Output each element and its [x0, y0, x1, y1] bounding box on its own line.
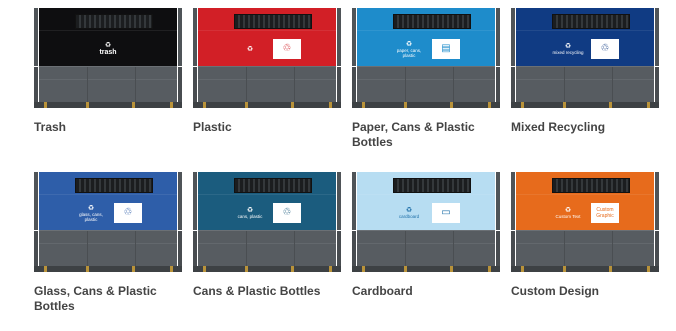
bin-image[interactable]: ♻ Custom Text Custom Graphic — [511, 172, 659, 272]
bin-base — [34, 66, 182, 103]
bin-base — [193, 230, 341, 267]
trash-icon: ♻ trash — [99, 41, 117, 56]
bin-image[interactable]: ♻ glass, cans, plastic ♲ — [34, 172, 182, 272]
product-card-trash[interactable]: ♻ trash Trash — [34, 8, 182, 150]
bin-slot — [75, 14, 153, 29]
bin-slot — [234, 14, 312, 29]
bin-base — [352, 66, 500, 103]
bin-graphic-panel: ▤ — [432, 39, 460, 59]
bin-image[interactable]: ♻ mixed recycling ♲ — [511, 8, 659, 108]
product-grid: ♻ trash Trash ♻ ♲ Plastic ♻ paper, cans,… — [34, 8, 659, 314]
bin-label-text: cardboard — [398, 214, 420, 219]
bin-lid: ♻ trash — [34, 8, 182, 66]
product-card-cardboard[interactable]: ♻ cardboard ▭ Cardboard — [352, 172, 500, 314]
bin-graphic-panel: ♲ — [273, 39, 301, 59]
bin-label-text: Custom Text — [555, 214, 581, 219]
product-title[interactable]: Mixed Recycling — [511, 120, 659, 135]
bin-image[interactable]: ♻ paper, cans, plastic ▤ — [352, 8, 500, 108]
product-title[interactable]: Cardboard — [352, 284, 500, 299]
product-card-plastic[interactable]: ♻ ♲ Plastic — [193, 8, 341, 150]
mixed-recycling-icon: ♻ mixed recycling — [552, 43, 584, 55]
bin-slot — [393, 178, 471, 193]
bin-lid: ♻ glass, cans, plastic ♲ — [34, 172, 182, 230]
bin-graphic-panel: Custom Graphic — [591, 203, 619, 223]
product-card-paper-cans-plastic[interactable]: ♻ paper, cans, plastic ▤ Paper, Cans & P… — [352, 8, 500, 150]
bin-lid: ♻ paper, cans, plastic ▤ — [352, 8, 500, 66]
bin-label-text: paper, cans, plastic — [396, 47, 422, 58]
product-title[interactable]: Custom Design — [511, 284, 659, 299]
bin-slot — [552, 14, 630, 29]
bin-image[interactable]: ♻ cans, plastic ♲ — [193, 172, 341, 272]
product-card-mixed-recycling[interactable]: ♻ mixed recycling ♲ Mixed Recycling — [511, 8, 659, 150]
custom-design-icon: ♻ Custom Text — [555, 207, 581, 219]
bin-slot — [234, 178, 312, 193]
product-title[interactable]: Trash — [34, 120, 182, 135]
bin-lid: ♻ Custom Text Custom Graphic — [511, 172, 659, 230]
plastic-bottle-icon: ♻ — [246, 45, 254, 53]
bin-slot — [552, 178, 630, 193]
product-title[interactable]: Plastic — [193, 120, 341, 135]
product-card-cans-plastic[interactable]: ♻ cans, plastic ♲ Cans & Plastic Bottles — [193, 172, 341, 314]
bin-base — [193, 66, 341, 103]
product-card-glass-cans-plastic[interactable]: ♻ glass, cans, plastic ♲ Glass, Cans & P… — [34, 172, 182, 314]
bin-base — [511, 230, 659, 267]
bin-label-text: mixed recycling — [552, 50, 584, 55]
bin-slot — [75, 178, 153, 193]
bin-graphic-panel: ♲ — [114, 203, 142, 223]
bin-graphic-panel: ♲ — [273, 203, 301, 223]
product-title[interactable]: Cans & Plastic Bottles — [193, 284, 341, 299]
paper-cans-plastic-icon: ♻ paper, cans, plastic — [392, 41, 426, 58]
cardboard-icon: ♻ cardboard — [398, 207, 420, 219]
bin-base — [34, 230, 182, 267]
bin-lid: ♻ cardboard ▭ — [352, 172, 500, 230]
bin-lid: ♻ ♲ — [193, 8, 341, 66]
bin-label-text: glass, cans, plastic — [79, 211, 103, 222]
cans-plastic-icon: ♻ cans, plastic — [237, 207, 263, 219]
bin-label-text: trash — [99, 48, 117, 56]
bin-graphic-panel: ♲ — [591, 39, 619, 59]
bin-base — [352, 230, 500, 267]
product-card-custom-design[interactable]: ♻ Custom Text Custom Graphic Custom Desi… — [511, 172, 659, 314]
bin-image[interactable]: ♻ trash — [34, 8, 182, 108]
bin-label-text: cans, plastic — [237, 214, 263, 219]
glass-cans-plastic-icon: ♻ glass, cans, plastic — [74, 205, 108, 222]
product-title[interactable]: Glass, Cans & Plastic Bottles — [34, 284, 182, 314]
bin-lid: ♻ mixed recycling ♲ — [511, 8, 659, 66]
bin-slot — [393, 14, 471, 29]
bin-image[interactable]: ♻ cardboard ▭ — [352, 172, 500, 272]
bin-lid: ♻ cans, plastic ♲ — [193, 172, 341, 230]
product-title[interactable]: Paper, Cans & Plastic Bottles — [352, 120, 500, 150]
bin-image[interactable]: ♻ ♲ — [193, 8, 341, 108]
bin-base — [511, 66, 659, 103]
bin-graphic-panel: ▭ — [432, 203, 460, 223]
